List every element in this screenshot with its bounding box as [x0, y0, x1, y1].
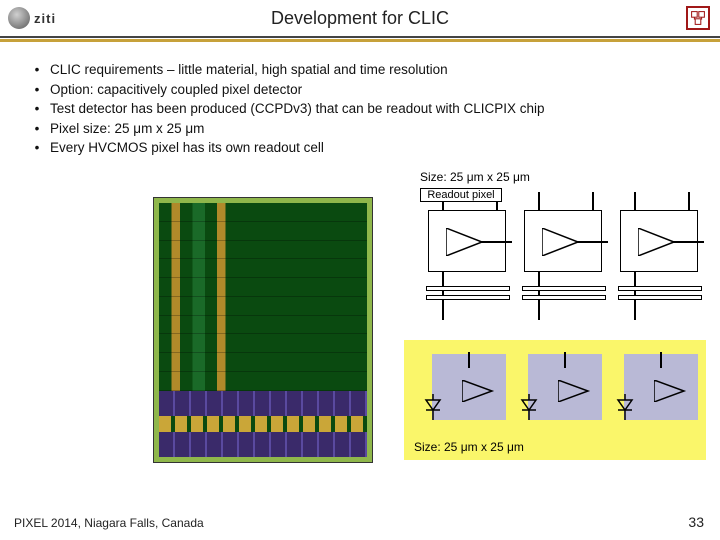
bullet-list: •CLIC requirements – little material, hi…: [24, 60, 696, 158]
readout-cell: [516, 192, 606, 302]
page-number: 33: [688, 514, 704, 530]
amplifier-triangle-icon: [558, 380, 592, 407]
sensor-cell: [624, 354, 698, 420]
readout-pixel-label: Readout pixel: [420, 188, 502, 202]
page-title: Development for CLIC: [0, 8, 720, 29]
readout-circuit-diagram: [416, 192, 706, 322]
amplifier-triangle-icon: [446, 228, 486, 261]
bullet-text: CLIC requirements – little material, hig…: [50, 60, 448, 80]
sensor-cell: [528, 354, 602, 420]
bullet-text: Test detector has been produced (CCPDv3)…: [50, 99, 545, 119]
bullet-text: Option: capacitively coupled pixel detec…: [50, 80, 302, 100]
capacitor-icon: [420, 286, 516, 304]
header: ziti Development for CLIC: [0, 0, 720, 38]
capacitor-icon: [612, 286, 708, 304]
footer-text: PIXEL 2014, Niagara Falls, Canada: [14, 516, 204, 530]
list-item: •Every HVCMOS pixel has its own readout …: [24, 138, 696, 158]
content: •CLIC requirements – little material, hi…: [0, 42, 720, 158]
list-item: •CLIC requirements – little material, hi…: [24, 60, 696, 80]
chip-layout-image: [154, 198, 372, 462]
amplifier-triangle-icon: [542, 228, 582, 261]
bullet-text: Pixel size: 25 μm x 25 μm: [50, 119, 204, 139]
list-item: •Option: capacitively coupled pixel dete…: [24, 80, 696, 100]
size-label-upper: Size: 25 μm x 25 μm: [420, 170, 530, 184]
diode-icon: [616, 394, 634, 425]
sensor-circuit-diagram: Size: 25 μm x 25 μm: [404, 340, 706, 460]
bullet-text: Every HVCMOS pixel has its own readout c…: [50, 138, 324, 158]
capacitor-icon: [516, 286, 612, 304]
figure-area: Size: 25 μm x 25 μm Readout pixel: [0, 170, 720, 500]
diode-icon: [424, 394, 442, 425]
readout-cell: [612, 192, 702, 302]
institute-logo-icon: [686, 6, 710, 30]
list-item: •Pixel size: 25 μm x 25 μm: [24, 119, 696, 139]
readout-cell: [420, 192, 510, 302]
amplifier-triangle-icon: [638, 228, 678, 261]
amplifier-triangle-icon: [462, 380, 496, 407]
diode-icon: [520, 394, 538, 425]
sensor-cell: [432, 354, 506, 420]
size-label-lower: Size: 25 μm x 25 μm: [414, 440, 524, 454]
amplifier-triangle-icon: [654, 380, 688, 407]
list-item: •Test detector has been produced (CCPDv3…: [24, 99, 696, 119]
